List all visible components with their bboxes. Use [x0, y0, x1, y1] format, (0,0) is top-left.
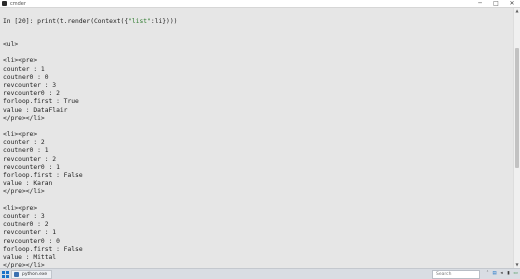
command-text: print(t.render(Context({ [37, 18, 129, 25]
scrollbar-thumb[interactable] [515, 48, 519, 168]
maximize-button[interactable]: □ [488, 0, 504, 8]
output-line: counter : 1 [3, 65, 45, 73]
taskbar-item-python[interactable]: python.exe [11, 270, 53, 279]
output-line: <li><pre> [3, 57, 38, 65]
title-bar: cmder ─ □ ✕ [0, 0, 520, 8]
app-icon [2, 1, 7, 6]
list-item-block: <li><pre> counter : 1 coutner0 : 0 revcount… [3, 57, 508, 123]
output-line: revcounter0 : 2 [3, 90, 60, 98]
output-line: counter : 3 [3, 212, 45, 220]
output-line: </pre></li> [3, 188, 45, 196]
render-output: <ul> <li><pre> counter : 1 coutner0 : 0 rev… [3, 41, 508, 268]
start-button[interactable] [2, 271, 9, 278]
taskbar-search-input[interactable]: Search [432, 270, 480, 279]
close-button[interactable]: ✕ [504, 0, 520, 8]
output-line: value : Mittal [3, 253, 57, 261]
list-item-block: <li><pre> counter : 3 coutner0 : 2 revcount… [3, 205, 508, 268]
output-line: <li><pre> [3, 204, 38, 212]
scroll-up-arrow-icon[interactable]: ▲ [514, 8, 520, 14]
command-string-literal: "list" [128, 18, 151, 25]
vertical-scrollbar[interactable]: ▲ ▼ [513, 8, 520, 268]
volume-icon[interactable]: ◂ [499, 271, 504, 277]
output-line: <li><pre> [3, 131, 38, 139]
battery-icon[interactable]: ▮ [506, 271, 511, 277]
output-line: coutner0 : 2 [3, 221, 49, 229]
output-line: revcounter : 3 [3, 81, 57, 89]
output-line: value : DataFlair [3, 106, 68, 114]
output-line: revcounter : 1 [3, 229, 57, 237]
python-app-icon [14, 272, 19, 277]
output-line: </pre></li> [3, 114, 45, 122]
notification-icon[interactable]: ▭ [513, 271, 518, 277]
output-line: forloop.first : False [3, 172, 83, 179]
console-output-area[interactable]: In [20]: print(t.render(Context({"list":… [0, 8, 513, 268]
taskbar-item-label: python.exe [22, 272, 48, 277]
output-line: coutner0 : 1 [3, 147, 49, 155]
output-line: counter : 2 [3, 139, 45, 147]
command-text-end: :li}))) [150, 18, 178, 25]
arrow-up-icon[interactable]: ˄ [485, 271, 490, 277]
window-title: cmder [10, 1, 26, 7]
input-prompt-line: In [20]: print(t.render(Context({"list":… [3, 17, 177, 27]
network-icon[interactable]: ▤ [492, 271, 497, 277]
window-controls: ─ □ ✕ [472, 0, 520, 8]
output-line: revcounter : 2 [3, 155, 57, 163]
output-line: revcounter0 : 0 [3, 237, 60, 245]
system-tray: ˄ ▤ ◂ ▮ ▭ [485, 271, 518, 278]
output-line: forloop.first : True [3, 98, 79, 106]
ul-open-tag: <ul> [3, 41, 19, 48]
output-line: forloop.first : False [3, 245, 83, 253]
output-line: revcounter0 : 1 [3, 163, 60, 171]
minimize-button[interactable]: ─ [472, 0, 488, 8]
output-line: coutner0 : 0 [3, 73, 49, 81]
taskbar: python.exe Search ˄ ▤ ◂ ▮ ▭ [0, 268, 520, 279]
list-item-blocks: <li><pre> counter : 1 coutner0 : 0 revcount… [3, 57, 508, 268]
output-line: value : Karan [3, 180, 53, 188]
windows-logo-icon [2, 271, 5, 274]
list-item-block: <li><pre> counter : 2 coutner0 : 1 revcount… [3, 131, 508, 197]
prompt-label: In [20]: [3, 18, 38, 25]
